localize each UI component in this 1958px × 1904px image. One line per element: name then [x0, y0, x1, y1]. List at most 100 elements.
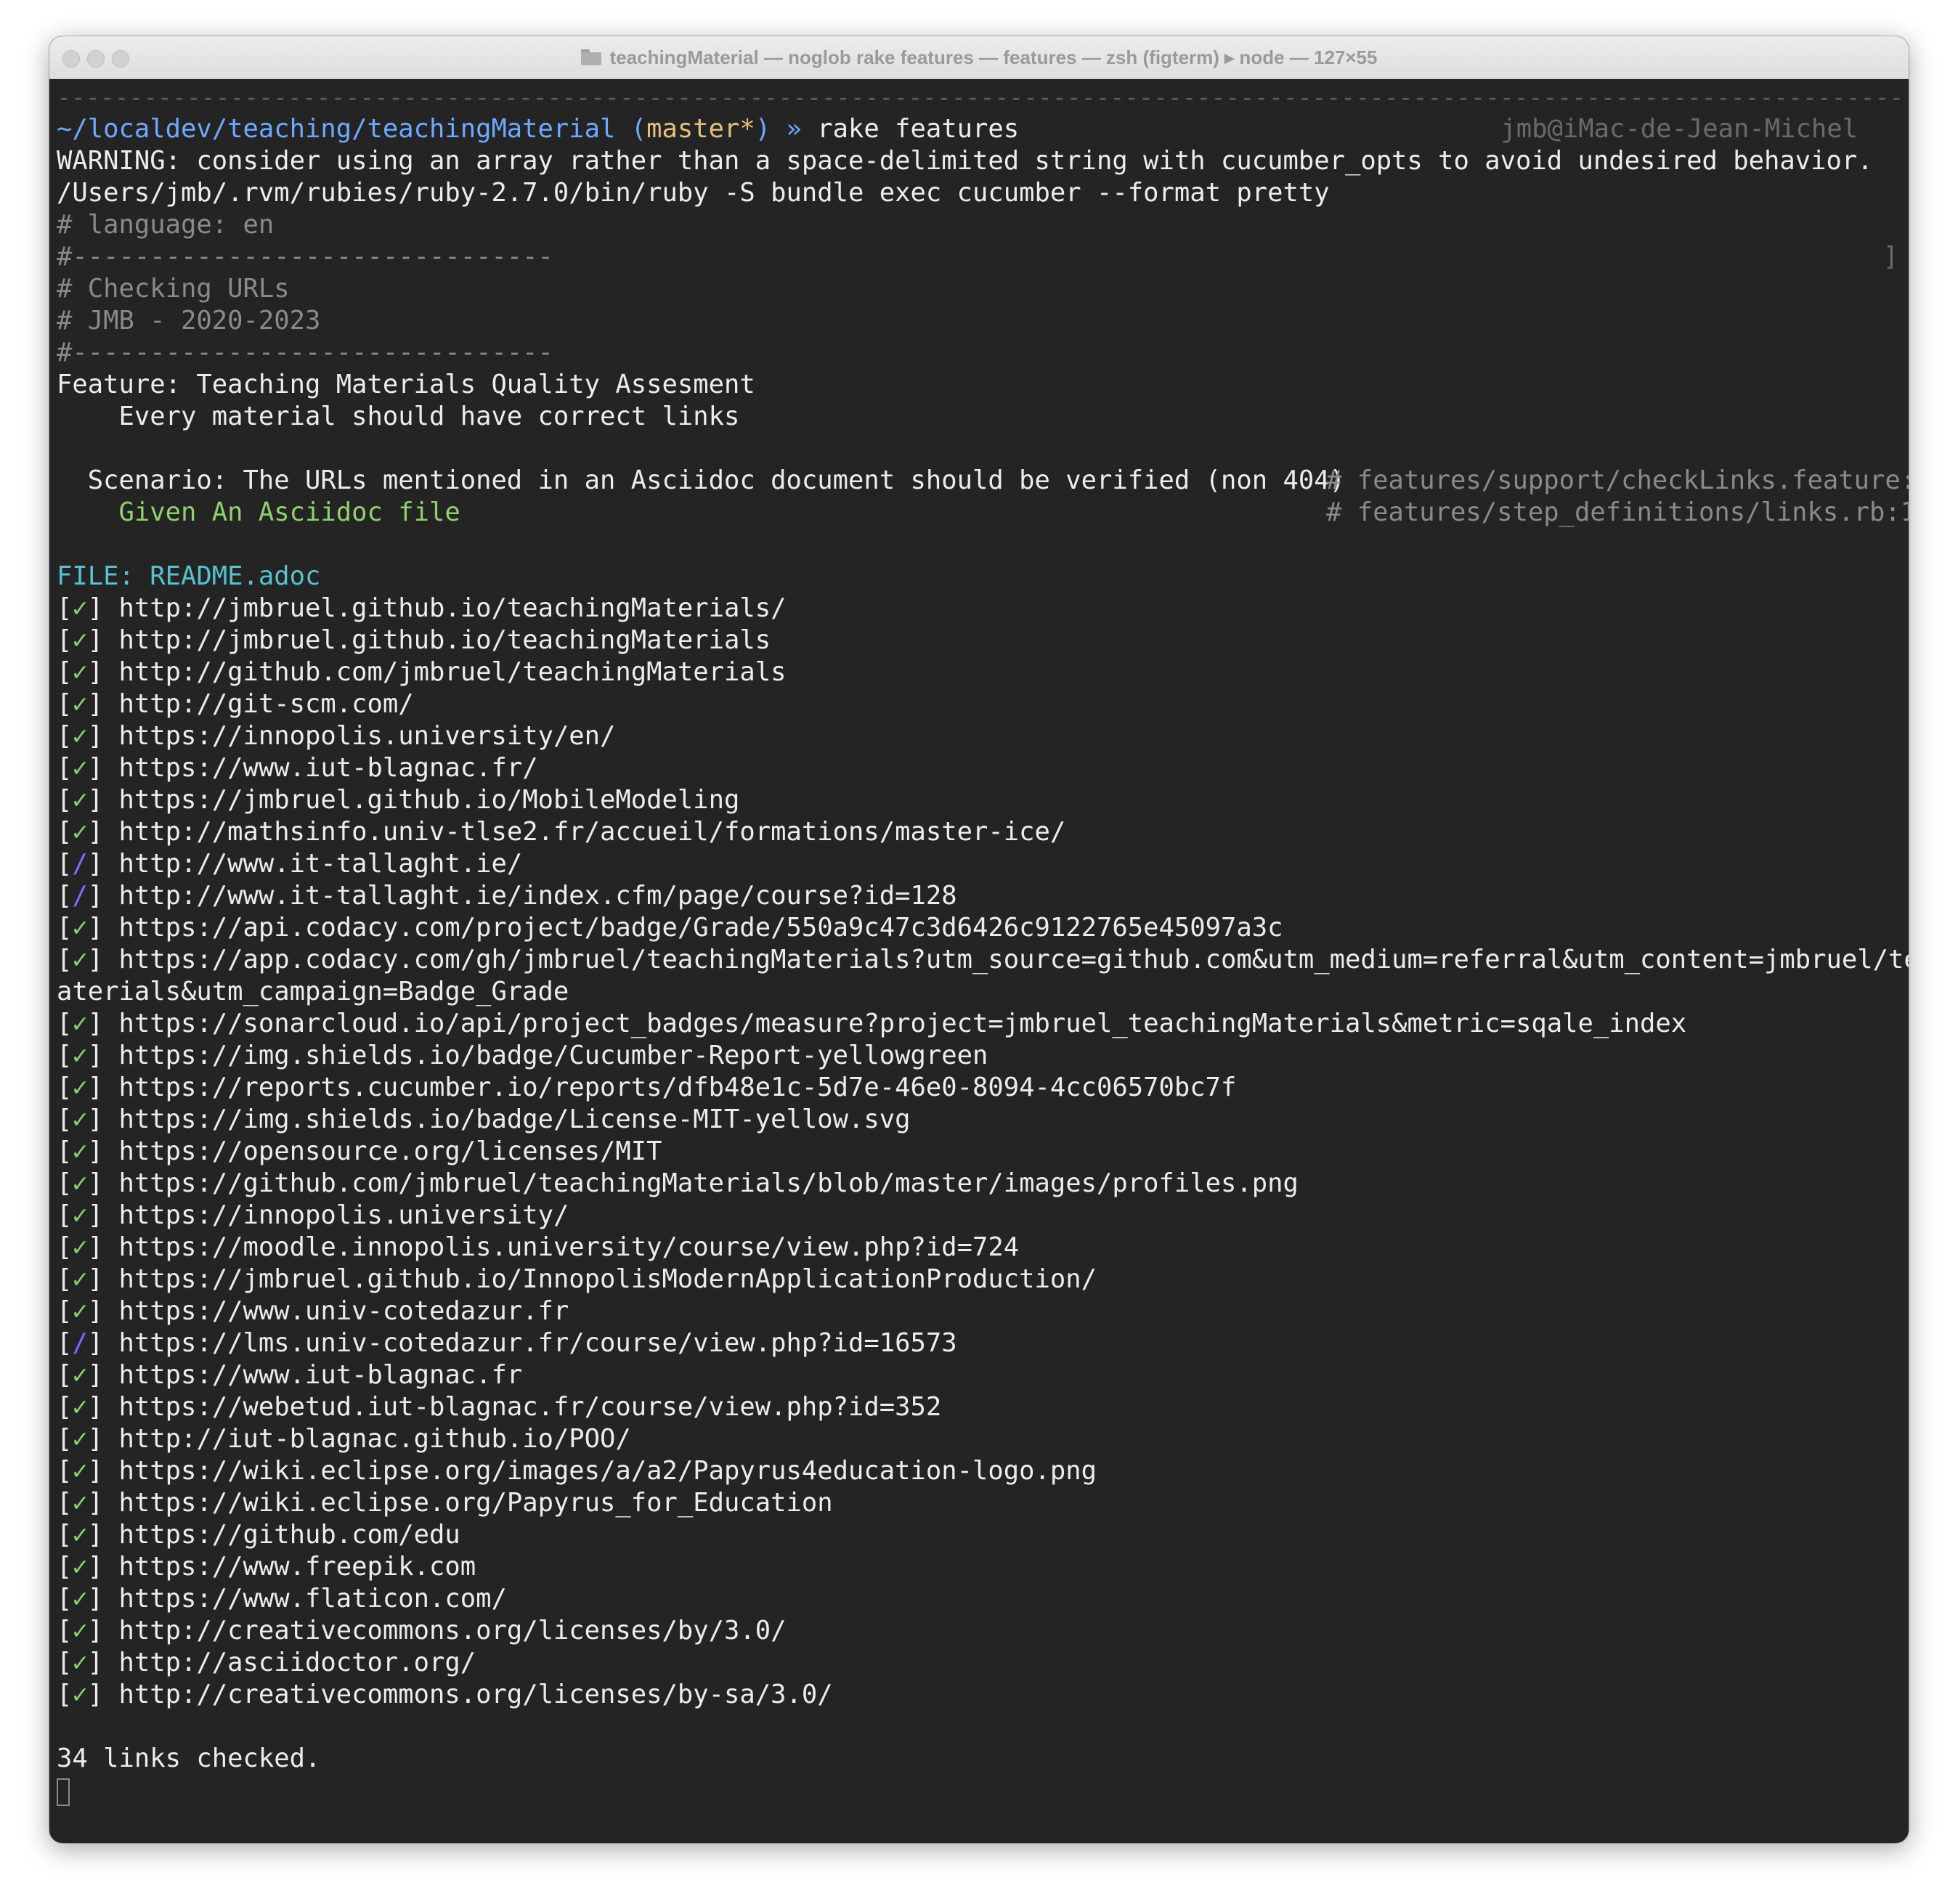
- check-mark-icon: ✓: [72, 1360, 88, 1390]
- link-url[interactable]: https://opensource.org/licenses/MIT: [119, 1136, 662, 1166]
- check-bracket-open: [: [57, 1456, 73, 1486]
- check-bracket-close: ]: [87, 817, 119, 847]
- check-bracket-close: ]: [87, 785, 119, 815]
- comment-rule-bottom: #-------------------------------: [57, 338, 553, 367]
- link-check-row: [✓] https://moodle.innopolis.university/…: [57, 1232, 1901, 1264]
- check-bracket-close: ]: [87, 1488, 119, 1518]
- prompt-path: ~/localdev/teaching/teachingMaterial: [57, 114, 616, 144]
- check-mark-icon: ✓: [72, 1680, 88, 1709]
- language-comment: # language: en: [57, 210, 275, 240]
- link-url[interactable]: https://app.codacy.com/gh/jmbruel/teachi…: [119, 945, 1909, 975]
- check-mark-icon: ✓: [72, 1009, 88, 1038]
- check-mark-icon: ✓: [72, 1104, 88, 1134]
- check-bracket-open: [: [57, 1136, 73, 1166]
- link-url[interactable]: http://iut-blagnac.github.io/POO/: [119, 1424, 631, 1454]
- prompt-separator: ----------------------------------------…: [57, 83, 1901, 111]
- check-bracket-close: ]: [87, 849, 119, 879]
- link-check-row: [✓] https://github.com/edu: [57, 1519, 1901, 1551]
- link-url[interactable]: https://www.iut-blagnac.fr/: [119, 753, 538, 783]
- prompt-branch-close: ): [755, 114, 771, 144]
- link-url[interactable]: https://www.univ-cotedazur.fr: [119, 1296, 569, 1326]
- title-bar[interactable]: teachingMaterial — noglob rake features …: [49, 36, 1909, 79]
- check-bracket-open: [: [57, 1073, 73, 1102]
- check-bracket-open: [: [57, 721, 73, 751]
- link-url[interactable]: http://git-scm.com/: [119, 689, 414, 719]
- check-mark-icon: ✓: [72, 945, 88, 975]
- cursor-line[interactable]: [57, 1775, 1901, 1807]
- link-check-row: [✓] https://img.shields.io/badge/Cucumbe…: [57, 1040, 1901, 1072]
- check-mark-icon: ✓: [72, 1552, 88, 1582]
- check-bracket-close: ]: [87, 1424, 119, 1454]
- check-mark-icon: ✓: [72, 1520, 88, 1550]
- check-bracket-open: [: [57, 1616, 73, 1645]
- link-url[interactable]: https://img.shields.io/badge/Cucumber-Re…: [119, 1041, 988, 1070]
- given-line: Given An Asciidoc file # features/step_de…: [57, 497, 1909, 529]
- check-mark-icon: ✓: [72, 1073, 88, 1102]
- check-bracket-close: ]: [87, 1360, 119, 1390]
- check-mark-icon: ✓: [72, 625, 88, 655]
- check-bracket-open: [: [57, 625, 73, 655]
- check-bracket-open: [: [57, 1200, 73, 1230]
- link-url[interactable]: https://lms.univ-cotedazur.fr/course/vie…: [119, 1328, 957, 1358]
- link-url[interactable]: http://www.it-tallaght.ie/index.cfm/page…: [119, 881, 957, 911]
- link-url-continuation[interactable]: aterials&utm_campaign=Badge_Grade: [57, 976, 1901, 1008]
- check-bracket-open: [: [57, 817, 73, 847]
- terminal-cursor: [57, 1778, 70, 1806]
- link-url[interactable]: https://webetud.iut-blagnac.fr/course/vi…: [119, 1392, 942, 1422]
- link-url[interactable]: https://reports.cucumber.io/reports/dfb4…: [119, 1073, 1237, 1102]
- check-bracket-open: [: [57, 1041, 73, 1070]
- check-mark-icon: ✓: [72, 1424, 88, 1454]
- link-url[interactable]: http://www.it-tallaght.ie/: [119, 849, 523, 879]
- link-url[interactable]: https://wiki.eclipse.org/Papyrus_for_Edu…: [119, 1488, 833, 1518]
- link-url[interactable]: http://asciidoctor.org/: [119, 1648, 476, 1677]
- prompt-branch-open: (: [615, 114, 647, 144]
- link-url[interactable]: http://jmbruel.github.io/teachingMateria…: [119, 593, 787, 623]
- link-url[interactable]: https://sonarcloud.io/api/project_badges…: [119, 1009, 1687, 1038]
- check-mark-icon: ✓: [72, 721, 88, 751]
- check-bracket-close: ]: [87, 945, 119, 975]
- comment-rule-top: #-------------------------------]: [57, 241, 1901, 273]
- link-url[interactable]: https://img.shields.io/badge/License-MIT…: [119, 1104, 911, 1134]
- link-url[interactable]: https://github.com/edu: [119, 1520, 460, 1550]
- link-url[interactable]: http://github.com/jmbruel/teachingMateri…: [119, 657, 787, 687]
- check-mark-icon: ✓: [72, 1041, 88, 1070]
- link-url[interactable]: http://creativecommons.org/licenses/by/3…: [119, 1616, 787, 1645]
- check-bracket-close: ]: [87, 1456, 119, 1486]
- check-bracket-open: [: [57, 753, 73, 783]
- link-url[interactable]: https://jmbruel.github.io/MobileModeling: [119, 785, 740, 815]
- link-url[interactable]: https://moodle.innopolis.university/cour…: [119, 1232, 1020, 1262]
- comment-checking: # Checking URLs: [57, 274, 290, 304]
- check-bracket-close: ]: [87, 753, 119, 783]
- link-check-row: [✓] http://creativecommons.org/licenses/…: [57, 1615, 1901, 1647]
- link-url[interactable]: https://wiki.eclipse.org/images/a/a2/Pap…: [119, 1456, 1097, 1486]
- prompt-branch: master*: [646, 114, 755, 144]
- check-bracket-open: [: [57, 1392, 73, 1422]
- scenario-reference: # features/support/checkLinks.feature:9: [1326, 465, 1909, 495]
- link-url[interactable]: https://innopolis.university/en/: [119, 721, 616, 751]
- link-url[interactable]: http://mathsinfo.univ-tlse2.fr/accueil/f…: [119, 817, 1066, 847]
- link-url[interactable]: https://www.flaticon.com/: [119, 1584, 507, 1614]
- link-url[interactable]: https://innopolis.university/: [119, 1200, 569, 1230]
- link-url[interactable]: https://github.com/jmbruel/teachingMater…: [119, 1168, 1299, 1198]
- check-bracket-open: [: [57, 881, 73, 911]
- terminal-output[interactable]: ----------------------------------------…: [57, 81, 1909, 1807]
- file-label: FILE: README.adoc: [57, 561, 321, 591]
- link-check-row: [✓] https://reports.cucumber.io/reports/…: [57, 1072, 1901, 1104]
- terminal-window: teachingMaterial — noglob rake features …: [49, 36, 1909, 1843]
- link-check-row: [✓] https://sonarcloud.io/api/project_ba…: [57, 1008, 1901, 1040]
- scenario-line: Scenario: The URLs mentioned in an Ascii…: [57, 465, 1909, 497]
- link-url[interactable]: https://api.codacy.com/project/badge/Gra…: [119, 913, 1283, 943]
- link-url[interactable]: https://jmbruel.github.io/InnopolisModer…: [119, 1264, 1097, 1294]
- link-check-row: [✓] https://innopolis.university/en/: [57, 720, 1901, 752]
- feature-description: Every material should have correct links: [57, 402, 740, 431]
- link-url[interactable]: https://www.iut-blagnac.fr: [119, 1360, 523, 1390]
- check-bracket-open: [: [57, 1104, 73, 1134]
- link-check-row: [✓] https://jmbruel.github.io/MobileMode…: [57, 784, 1901, 816]
- right-prompt: jmb@iMac-de-Jean-Michel: [1500, 114, 1858, 144]
- link-url[interactable]: https://www.freepik.com: [119, 1552, 476, 1582]
- comment-rule: #-------------------------------: [57, 242, 553, 272]
- link-check-row: [✓] http://creativecommons.org/licenses/…: [57, 1679, 1901, 1711]
- link-url[interactable]: http://creativecommons.org/licenses/by-s…: [119, 1680, 833, 1709]
- link-check-row: [/] https://lms.univ-cotedazur.fr/course…: [57, 1327, 1901, 1359]
- link-url[interactable]: http://jmbruel.github.io/teachingMateria…: [119, 625, 771, 655]
